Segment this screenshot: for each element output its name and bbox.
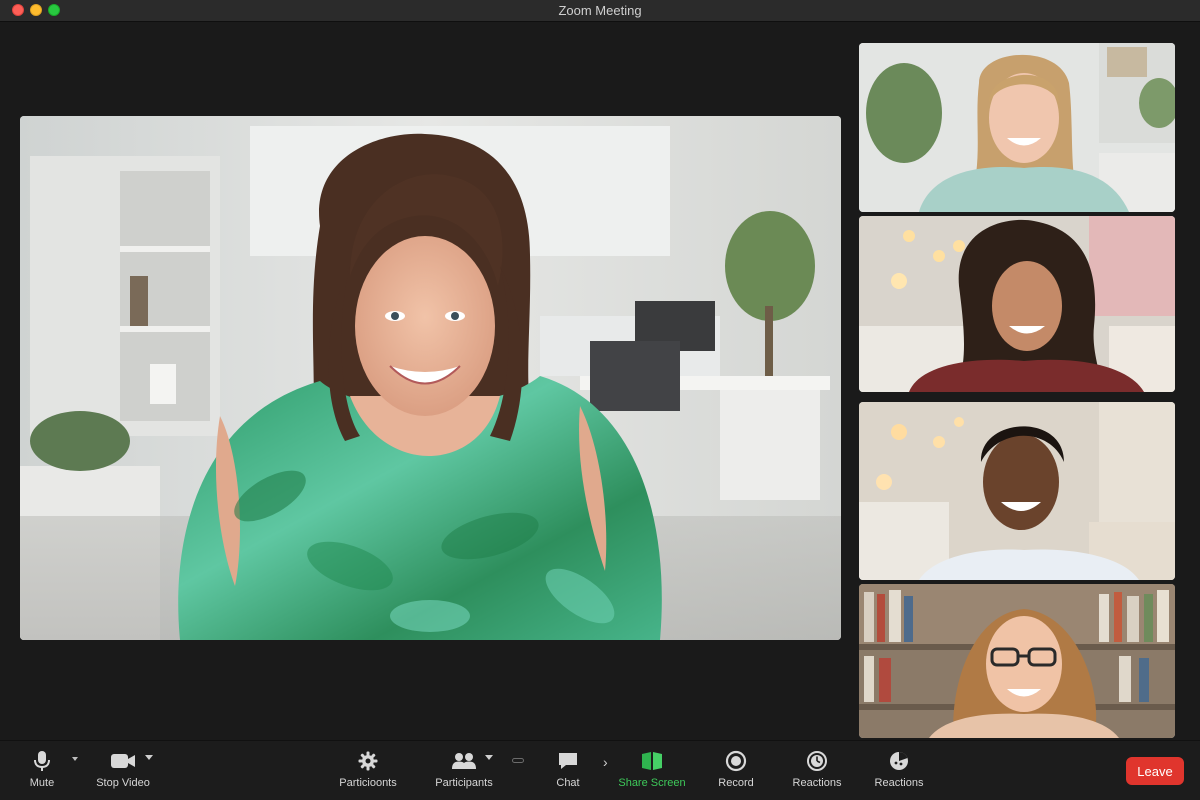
share-screen-button[interactable]: Share Screen: [618, 749, 686, 795]
reaction-icon: [884, 749, 914, 773]
mute-label: Mute: [29, 777, 55, 789]
reactions-button-2[interactable]: Reactions: [874, 749, 924, 795]
participant-video-2-frame: [859, 216, 1175, 392]
window-title: Zoom Meeting: [558, 3, 642, 18]
participants-settings-button[interactable]: Particioonts: [339, 749, 397, 795]
main-speaker-video[interactable]: [20, 116, 841, 640]
chevron-right-icon[interactable]: ›: [603, 755, 608, 769]
mute-button[interactable]: Mute: [24, 749, 60, 795]
window-title-bar: Zoom Meeting: [0, 0, 1200, 22]
chat-button[interactable]: Chat: [552, 749, 584, 795]
audio-options-caret[interactable]: [72, 757, 78, 761]
leave-meeting-button[interactable]: Leave: [1126, 757, 1184, 785]
video-options-caret[interactable]: [145, 755, 153, 760]
gear-icon: [353, 749, 383, 773]
reactions-label-1: Reactions: [792, 777, 842, 789]
link-icon: [512, 758, 524, 763]
record-label: Record: [718, 777, 754, 789]
participant-video-3[interactable]: [859, 402, 1175, 580]
share-screen-icon: [637, 749, 667, 773]
participants-label: Participants: [435, 777, 493, 789]
participant-video-4-frame: [859, 584, 1175, 738]
participant-video-4[interactable]: [859, 584, 1175, 738]
clock-icon: [802, 749, 832, 773]
record-icon: [721, 749, 751, 773]
participants-settings-label: Particioonts: [339, 777, 397, 789]
chat-label: Chat: [556, 777, 580, 789]
participant-video-2[interactable]: [859, 216, 1175, 392]
main-speaker-video-frame: [20, 116, 841, 640]
participant-video-3-frame: [859, 402, 1175, 580]
meeting-toolbar: Mute Stop Video Particioonts Participant…: [0, 740, 1200, 800]
chat-bubble-icon: [553, 749, 583, 773]
record-button[interactable]: Record: [716, 749, 756, 795]
reactions-label-2: Reactions: [874, 777, 924, 789]
participants-options-caret[interactable]: [485, 755, 493, 760]
people-icon: [449, 749, 479, 773]
participant-video-1-frame: [859, 43, 1175, 212]
reactions-button-1[interactable]: Reactions: [792, 749, 842, 795]
microphone-icon: [27, 749, 57, 773]
share-screen-label: Share Screen: [618, 777, 686, 789]
video-camera-icon: [108, 749, 138, 773]
participant-video-1[interactable]: [859, 43, 1175, 212]
video-stage: [0, 22, 1200, 740]
stop-video-label: Stop Video: [96, 777, 150, 789]
